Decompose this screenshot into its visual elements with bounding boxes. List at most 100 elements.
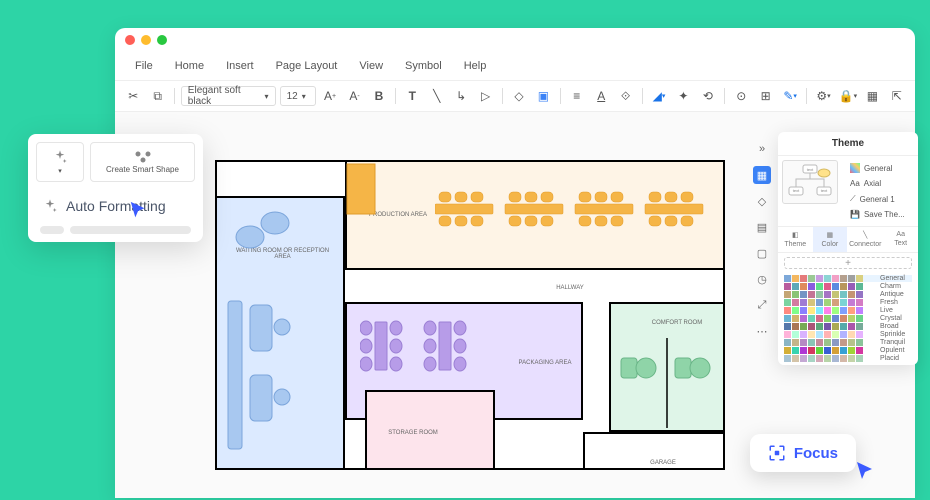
- save-icon: 💾: [850, 210, 860, 219]
- swatch: [824, 347, 831, 354]
- expand-nav-icon[interactable]: ⤢: [753, 296, 771, 314]
- swatch: [808, 299, 815, 306]
- theme-panel: Theme texttexttext General AaAxial ⟋Gene…: [778, 132, 918, 365]
- menu-page-layout[interactable]: Page Layout: [266, 56, 348, 76]
- menu-home[interactable]: Home: [165, 56, 214, 76]
- swatch-row-label: Sprinkle: [880, 331, 912, 338]
- crop-tool-icon[interactable]: ✦: [673, 85, 693, 107]
- theme-item-axial[interactable]: AaAxial: [846, 176, 914, 191]
- font-grow-icon[interactable]: A+: [320, 85, 340, 107]
- menu-file[interactable]: File: [125, 56, 163, 76]
- swatch-row[interactable]: Fresh: [784, 299, 912, 306]
- grid-icon[interactable]: ▦: [862, 85, 882, 107]
- ui-placeholder: [70, 226, 191, 234]
- text-align-icon[interactable]: A: [591, 85, 611, 107]
- settings-icon[interactable]: ⚙▾: [813, 85, 833, 107]
- font-icon: Aa: [850, 179, 860, 188]
- swatch: [840, 323, 847, 330]
- bold-icon[interactable]: B: [369, 85, 389, 107]
- text-tool-icon[interactable]: T: [402, 85, 422, 107]
- swatch-row[interactable]: Antique: [784, 291, 912, 298]
- swatch: [792, 323, 799, 330]
- page-nav-icon[interactable]: ▢: [753, 244, 771, 262]
- swatch-row[interactable]: Placid: [784, 355, 912, 362]
- tab-connector[interactable]: ╲Connector: [847, 227, 883, 252]
- swatch-row-label: Fresh: [880, 299, 912, 306]
- swatch: [832, 275, 839, 282]
- search-icon[interactable]: ⊙: [731, 85, 751, 107]
- theme-item-general[interactable]: General: [846, 160, 914, 176]
- swatch-row[interactable]: Crystal: [784, 315, 912, 322]
- close-traffic-light[interactable]: [125, 35, 135, 45]
- font-name-select[interactable]: Elegant soft black▾: [181, 86, 276, 106]
- font-size-label: 12: [287, 91, 298, 102]
- tab-theme[interactable]: ◧Theme: [778, 227, 813, 252]
- swatch: [856, 307, 863, 314]
- swatch-row[interactable]: Opulent: [784, 347, 912, 354]
- swatch: [784, 315, 791, 322]
- theme-list: General AaAxial ⟋General 1 💾Save The...: [842, 156, 918, 226]
- menu-symbol[interactable]: Symbol: [395, 56, 452, 76]
- shape-nav-icon[interactable]: ◇: [753, 192, 771, 210]
- swatch: [808, 291, 815, 298]
- swatch: [840, 283, 847, 290]
- swatch: [800, 331, 807, 338]
- cut-icon[interactable]: ✂: [123, 85, 143, 107]
- lock-icon[interactable]: 🔒▾: [838, 85, 858, 107]
- distribute-icon[interactable]: ⟐: [615, 85, 635, 107]
- theme-item-save[interactable]: 💾Save The...: [846, 207, 914, 222]
- zoom-traffic-light[interactable]: [157, 35, 167, 45]
- collapse-icon[interactable]: »: [753, 140, 771, 158]
- focus-button[interactable]: Focus: [750, 434, 856, 472]
- swatch-row[interactable]: Tranquil: [784, 339, 912, 346]
- tab-text[interactable]: AaText: [883, 227, 918, 252]
- theme-nav-icon[interactable]: ▦: [753, 166, 771, 184]
- svg-text:text: text: [793, 188, 800, 193]
- connector-tool-icon[interactable]: ↳: [451, 85, 471, 107]
- swatch: [848, 331, 855, 338]
- add-theme-button[interactable]: +: [784, 257, 912, 269]
- theme-item-general1[interactable]: ⟋General 1: [846, 191, 914, 207]
- swatch-row[interactable]: General: [784, 275, 912, 282]
- fill-color-icon[interactable]: ◢▾: [649, 85, 669, 107]
- swatch: [832, 299, 839, 306]
- font-size-select[interactable]: 12▾: [280, 86, 316, 106]
- tab-color[interactable]: ▦Color: [813, 227, 848, 252]
- layers-icon[interactable]: ◇: [509, 85, 529, 107]
- font-shrink-icon[interactable]: A-: [344, 85, 364, 107]
- more-nav-icon[interactable]: ⋯: [753, 322, 771, 340]
- swatch: [816, 291, 823, 298]
- swatch: [808, 275, 815, 282]
- swatch-row[interactable]: Broad: [784, 323, 912, 330]
- swatch-row[interactable]: Live: [784, 307, 912, 314]
- auto-formatting-button[interactable]: Auto Formatting: [36, 192, 195, 220]
- pen-color-icon[interactable]: ✎▾: [780, 85, 800, 107]
- swatch: [840, 275, 847, 282]
- swatch-row[interactable]: Sprinkle: [784, 331, 912, 338]
- swatch-row[interactable]: Charm: [784, 283, 912, 290]
- create-smart-shape-button[interactable]: Create Smart Shape: [90, 142, 195, 182]
- history-nav-icon[interactable]: ◷: [753, 270, 771, 288]
- line-tool-icon[interactable]: ╲: [427, 85, 447, 107]
- align-icon[interactable]: ≡: [567, 85, 587, 107]
- pointer-tool-icon[interactable]: ▷: [475, 85, 495, 107]
- export-icon[interactable]: ⇱: [887, 85, 907, 107]
- swatch: [792, 355, 799, 362]
- group-icon[interactable]: ▣: [533, 85, 553, 107]
- svg-text:text: text: [821, 188, 828, 193]
- minimize-traffic-light[interactable]: [141, 35, 151, 45]
- table-icon[interactable]: ⊞: [755, 85, 775, 107]
- menu-insert[interactable]: Insert: [216, 56, 264, 76]
- swatch: [784, 331, 791, 338]
- swatch: [832, 283, 839, 290]
- sparkle-button[interactable]: ▾: [36, 142, 84, 182]
- menu-view[interactable]: View: [349, 56, 393, 76]
- crop-icon[interactable]: ⟲: [698, 85, 718, 107]
- menu-help[interactable]: Help: [454, 56, 497, 76]
- layers-nav-icon[interactable]: ▤: [753, 218, 771, 236]
- palette-icon: ◧: [792, 231, 799, 239]
- swatch: [840, 307, 847, 314]
- focus-label: Focus: [794, 445, 838, 462]
- copy-icon[interactable]: ⧉: [147, 85, 167, 107]
- right-sidebar: » ▦ ◇ ▤ ▢ ◷ ⤢ ⋯: [749, 140, 775, 340]
